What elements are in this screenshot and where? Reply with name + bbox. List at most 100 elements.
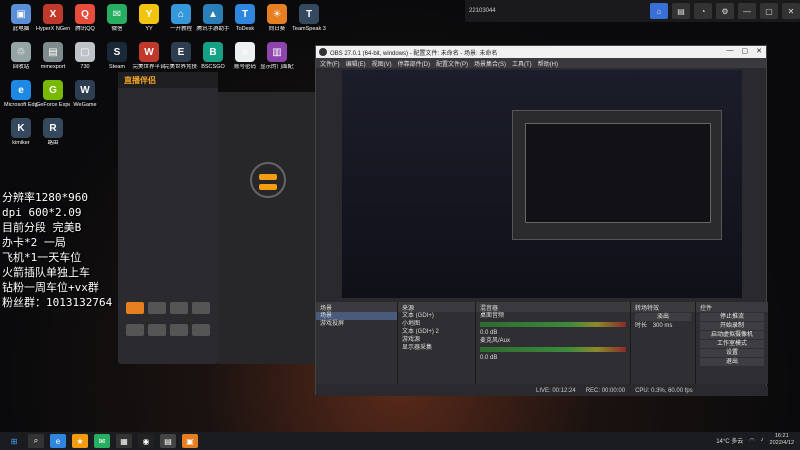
desktop-icon[interactable]: ▣ 此电脑: [4, 4, 38, 33]
obs-window: OBS 27.0.1 (64-bit, windows) - 配置文件: 未命名…: [315, 45, 768, 396]
desktop-icon-image: W: [139, 42, 159, 62]
system-tray: 14°C 多云 ◠ ♪ 16:21 2022/4/12: [716, 433, 794, 447]
time: 16:21: [774, 433, 789, 439]
desktop-icon-label: kimiker: [12, 140, 30, 146]
home-icon[interactable]: ⌂: [650, 3, 668, 19]
desktop-icon-image: ♲: [11, 42, 31, 62]
clock-icon[interactable]: ◔: [694, 3, 712, 19]
app-icon[interactable]: ▦: [116, 434, 132, 448]
menu-item[interactable]: 帮助(H): [538, 59, 558, 68]
edge-icon[interactable]: e: [50, 434, 66, 448]
desktop-icon[interactable]: W WeGame: [68, 80, 102, 109]
desktop-icon[interactable]: ▢ 730: [68, 42, 102, 71]
desktop-icon[interactable]: ≡ 账号密码: [228, 42, 262, 71]
source-item[interactable]: 显示器采集: [398, 344, 475, 352]
tool-icon[interactable]: [148, 302, 166, 314]
menu-item[interactable]: 场景集合(S): [474, 59, 506, 68]
desktop-icon[interactable]: T ToDesk: [228, 4, 262, 33]
tool-icon[interactable]: [126, 302, 144, 314]
stop-stream-button[interactable]: 停止推流: [700, 313, 764, 321]
volume-icon[interactable]: ♪: [761, 437, 764, 443]
desktop-icon[interactable]: Q 腾讯QQ: [68, 4, 102, 33]
app-icon[interactable]: ▣: [182, 434, 198, 448]
source-item[interactable]: 小地图: [398, 320, 475, 328]
desktop-icon[interactable]: W 完美世界平台: [132, 42, 166, 71]
desktop-icon-label: YY: [145, 26, 153, 32]
desktop-icon[interactable]: B BSCSGO: [196, 42, 230, 71]
tool-icon[interactable]: [148, 324, 166, 336]
desktop-icon[interactable]: e Microsoft Edge: [4, 80, 38, 109]
desktop-icon[interactable]: ▲ 腾讯手游助手: [196, 4, 230, 33]
desktop-icon[interactable]: E 完美世界竞技平台: [164, 42, 198, 71]
exit-button[interactable]: 退出: [700, 358, 764, 366]
stream-app-icon[interactable]: ★: [72, 434, 88, 448]
tool-icon[interactable]: [192, 302, 210, 314]
maximize-icon[interactable]: ▢: [760, 3, 778, 19]
desktop-icon[interactable]: Y YY: [132, 4, 166, 33]
desktop-icon-image: ⌂: [171, 4, 191, 24]
top-app-bar: 22103044 ⌂ ▤ ◔ ⚙ — ▢ ✕: [465, 0, 800, 22]
brand-logo: 直播伴侣: [124, 75, 156, 85]
settings-button[interactable]: 设置: [700, 349, 764, 357]
desktop-icon[interactable]: T TeamSpeak 3: [292, 4, 326, 33]
desktop-icon[interactable]: ⌂ 一开教程: [164, 4, 198, 33]
desktop-icon[interactable]: ▤ mmexport: [36, 42, 70, 71]
close-icon[interactable]: ✕: [756, 47, 762, 55]
source-item[interactable]: 文本 (GDI+) 2: [398, 328, 475, 336]
close-icon[interactable]: ✕: [782, 3, 800, 19]
weather[interactable]: 14°C 多云: [716, 436, 743, 445]
stream-companion-panel: 直播伴侣: [118, 72, 218, 364]
desktop-icon[interactable]: ✉ 微信: [100, 4, 134, 33]
desktop-icon[interactable]: R 路由: [36, 118, 70, 147]
menu-item[interactable]: 视图(V): [372, 59, 392, 68]
tool-icon[interactable]: [192, 324, 210, 336]
scene-item[interactable]: 游戏投屏: [316, 320, 397, 328]
source-item[interactable]: 游戏源: [398, 336, 475, 344]
obs-icon[interactable]: ◉: [138, 434, 154, 448]
virtual-camera-button[interactable]: 启动虚拟摄像机: [700, 331, 764, 339]
transition-select[interactable]: 淡出: [635, 313, 691, 321]
overlay-line: 办卡*2 一局: [2, 236, 66, 249]
overlay-line: 火箭插队单独上车: [2, 266, 90, 279]
minimize-icon[interactable]: —: [727, 47, 734, 55]
menu-item[interactable]: 停靠部件(D): [398, 59, 430, 68]
wifi-icon[interactable]: ◠: [749, 437, 754, 444]
source-item[interactable]: 文本 (GDI+): [398, 312, 475, 320]
tool-icon[interactable]: [126, 324, 144, 336]
search-icon[interactable]: ⌕: [28, 434, 44, 448]
app-icon[interactable]: ▤: [160, 434, 176, 448]
maximize-icon[interactable]: ▢: [742, 47, 749, 55]
desktop-icon-image: G: [43, 80, 63, 100]
scene-item[interactable]: 场景: [316, 312, 397, 320]
desktop-icon-image: W: [75, 80, 95, 100]
tool-icon[interactable]: [170, 302, 188, 314]
obs-preview[interactable]: [342, 70, 742, 298]
desktop-icon[interactable]: ☀ 向日葵: [260, 4, 294, 33]
desktop-icon-label: 完美世界竞技平台: [164, 64, 198, 70]
mixer-dock: 混音器 桌面音频 0.0 dB 麦克风/Aux 0.0 dB: [476, 302, 631, 384]
desktop-icon-image: B: [203, 42, 223, 62]
minimize-icon[interactable]: —: [738, 3, 756, 19]
studio-mode-button[interactable]: 工作室模式: [700, 340, 764, 348]
empty-state-illustration: [250, 162, 286, 198]
desktop-icon[interactable]: X HyperX NGenuity: [36, 4, 70, 33]
audio-meter: [480, 347, 626, 352]
list-icon[interactable]: ▤: [672, 3, 690, 19]
duration-value[interactable]: 300 ms: [653, 323, 673, 329]
desktop-icon[interactable]: ♲ 回收站: [4, 42, 38, 71]
wechat-icon[interactable]: ✉: [94, 434, 110, 448]
desktop-icon-label: ToDesk: [235, 26, 255, 32]
desktop-icon[interactable]: ▥ 显示的门面配置: [260, 42, 294, 71]
desktop-icon[interactable]: S Steam: [100, 42, 134, 71]
desktop-icon[interactable]: Kkimiker: [4, 118, 38, 147]
clock[interactable]: 16:21 2022/4/12: [770, 433, 794, 447]
menu-item[interactable]: 工具(T): [512, 59, 532, 68]
menu-item[interactable]: 配置文件(P): [436, 59, 468, 68]
desktop-icon[interactable]: G GeForce Experience: [36, 80, 70, 109]
gear-icon[interactable]: ⚙: [716, 3, 734, 19]
start-recording-button[interactable]: 开始录制: [700, 322, 764, 330]
menu-item[interactable]: 文件(F): [320, 59, 340, 68]
tool-icon[interactable]: [170, 324, 188, 336]
menu-item[interactable]: 编辑(E): [346, 59, 366, 68]
start-menu-icon[interactable]: ⊞: [6, 434, 22, 448]
